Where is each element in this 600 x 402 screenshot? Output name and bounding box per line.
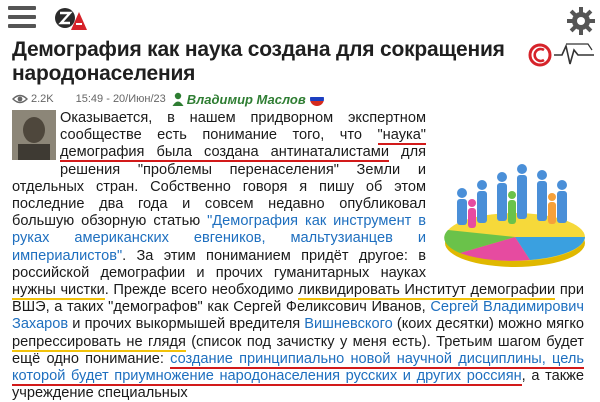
- site-logo[interactable]: [54, 6, 88, 34]
- body-text: и прочих выкормышей вредителя: [68, 316, 305, 333]
- article-title: Демография как наука создана для сокраще…: [12, 38, 505, 85]
- menu-line: [8, 6, 36, 10]
- highlight-yellow: репрессировать не глядя: [12, 333, 186, 352]
- illustration-space: [434, 155, 584, 273]
- user-icon: [172, 92, 184, 106]
- publish-time: 15:49 - 20/Июн/23: [75, 93, 166, 105]
- highlight-yellow: ликвидировать Институт демографии: [298, 282, 556, 301]
- russia-flag-icon: [309, 92, 324, 106]
- article-body: Оказывается, в нашем придворном экспертн…: [12, 110, 584, 402]
- body-text: (коих десятки) можно мягко: [392, 316, 584, 333]
- view-count: 2.2K: [31, 93, 54, 105]
- hamburger-menu-icon[interactable]: [8, 6, 36, 34]
- copyright-stamp-icon: [528, 43, 594, 67]
- author-avatar: [12, 110, 56, 160]
- body-text: Оказывается, в нашем придворном экспертн…: [60, 110, 426, 144]
- top-bar: [0, 0, 600, 40]
- article-meta: 2.2K 15:49 - 20/Июн/23 Владимир Маслов: [12, 90, 324, 108]
- eye-icon: [12, 94, 28, 104]
- menu-line: [8, 15, 36, 19]
- menu-line: [8, 24, 36, 28]
- highlight-yellow: нужны чистки: [12, 282, 105, 301]
- flag-stripe-red: [309, 101, 324, 106]
- person-link[interactable]: Вишневского: [304, 316, 392, 332]
- author-link[interactable]: Владимир Маслов: [187, 92, 306, 107]
- gear-icon[interactable]: [566, 6, 596, 36]
- body-text: . Прежде всего необходимо: [104, 282, 299, 299]
